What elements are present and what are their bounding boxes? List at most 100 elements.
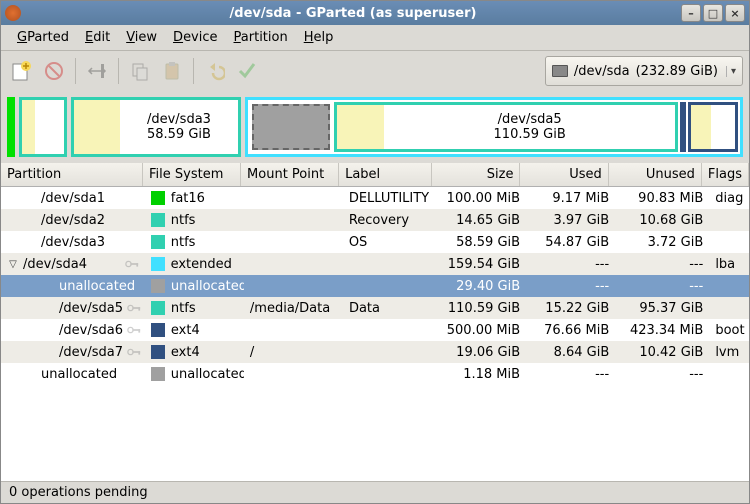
size-value: 100.00 MiB <box>437 191 526 206</box>
toolbar-separator <box>75 58 76 84</box>
table-row[interactable]: unallocatedunallocated1.18 MiB------ <box>1 363 749 385</box>
menu-gparted[interactable]: GParted <box>9 28 77 47</box>
map-sda1[interactable] <box>7 97 15 157</box>
flags-value: boot <box>709 323 749 338</box>
fs-color-swatch <box>151 235 165 249</box>
undo-icon <box>205 61 225 81</box>
fs-name: ntfs <box>171 235 196 250</box>
close-button[interactable]: × <box>725 4 745 22</box>
fs-color-swatch <box>151 301 165 315</box>
map-sda3[interactable]: /dev/sda358.59 GiB <box>71 97 241 157</box>
unused-value: 90.83 MiB <box>615 191 709 206</box>
table-row[interactable]: /dev/sda3ntfsOS58.59 GiB54.87 GiB3.72 Gi… <box>1 231 749 253</box>
fs-color-swatch <box>151 191 165 205</box>
fs-color-swatch <box>151 367 165 381</box>
unused-value: --- <box>615 257 709 272</box>
menu-partition[interactable]: Partition <box>226 28 296 47</box>
key-icon <box>127 326 141 334</box>
status-text: 0 operations pending <box>9 485 148 500</box>
menu-edit[interactable]: Edit <box>77 28 118 47</box>
partition-name: /dev/sda1 <box>41 191 121 206</box>
col-size[interactable]: Size <box>432 163 520 186</box>
partition-name: unallocated <box>59 279 135 294</box>
unused-value: --- <box>615 367 709 382</box>
delete-icon <box>44 61 64 81</box>
col-filesystem[interactable]: File System <box>143 163 241 186</box>
window-title: /dev/sda - GParted (as superuser) <box>27 6 679 21</box>
map-sda5-label: /dev/sda5 <box>498 112 562 127</box>
used-value: --- <box>526 257 615 272</box>
col-flags[interactable]: Flags <box>702 163 749 186</box>
size-value: 58.59 GiB <box>437 235 526 250</box>
menu-help[interactable]: Help <box>296 28 342 47</box>
menu-device[interactable]: Device <box>165 28 225 47</box>
size-value: 1.18 MiB <box>437 367 526 382</box>
size-value: 110.59 GiB <box>437 301 526 316</box>
col-mountpoint[interactable]: Mount Point <box>241 163 339 186</box>
table-row[interactable]: ▽/dev/sda4extended159.54 GiB------lba <box>1 253 749 275</box>
map-sda5[interactable]: /dev/sda5110.59 GiB <box>334 102 678 152</box>
table-row[interactable]: /dev/sda6ext4500.00 MiB76.66 MiB423.34 M… <box>1 319 749 341</box>
fs-color-swatch <box>151 213 165 227</box>
toolbar: /dev/sda (232.89 GiB) ▾ <box>1 51 749 91</box>
fs-color-swatch <box>151 323 165 337</box>
fs-name: fat16 <box>171 191 205 206</box>
key-icon <box>125 260 139 268</box>
map-sda3-size: 58.59 GiB <box>147 127 211 142</box>
key-icon <box>127 304 141 312</box>
fs-name: ntfs <box>171 301 196 316</box>
device-name: /dev/sda <box>574 64 630 79</box>
partition-name: /dev/sda6 <box>59 323 123 338</box>
partition-label: Data <box>343 301 437 316</box>
used-value: --- <box>526 279 615 294</box>
map-sda2[interactable] <box>19 97 67 157</box>
fs-color-swatch <box>151 345 165 359</box>
paste-button <box>157 56 187 86</box>
partition-name: /dev/sda5 <box>59 301 123 316</box>
map-sda7[interactable] <box>688 102 738 152</box>
table-body: /dev/sda1fat16DELLUTILITY100.00 MiB9.17 … <box>1 187 749 481</box>
new-icon <box>11 60 33 82</box>
fs-name: unallocated <box>171 279 244 294</box>
unused-value: 95.37 GiB <box>615 301 709 316</box>
fs-name: unallocated <box>171 367 244 382</box>
table-row[interactable]: /dev/sda7ext4/19.06 GiB8.64 GiB10.42 GiB… <box>1 341 749 363</box>
table-row[interactable]: /dev/sda5ntfs/media/DataData110.59 GiB15… <box>1 297 749 319</box>
size-value: 29.40 GiB <box>437 279 526 294</box>
col-partition[interactable]: Partition <box>1 163 143 186</box>
expander-icon[interactable]: ▽ <box>7 259 19 270</box>
map-sda3-label: /dev/sda3 <box>147 112 211 127</box>
table-row[interactable]: unallocatedunallocated29.40 GiB------ <box>1 275 749 297</box>
app-icon <box>5 5 21 21</box>
col-label[interactable]: Label <box>339 163 432 186</box>
partition-name: /dev/sda7 <box>59 345 123 360</box>
resize-button <box>82 56 112 86</box>
statusbar: 0 operations pending <box>1 481 749 503</box>
unused-value: 3.72 GiB <box>615 235 709 250</box>
map-sda5-size: 110.59 GiB <box>494 127 566 142</box>
fs-name: ext4 <box>171 323 200 338</box>
minimize-button[interactable]: – <box>681 4 701 22</box>
unused-value: 10.68 GiB <box>615 213 709 228</box>
used-value: 15.22 GiB <box>526 301 615 316</box>
map-sda4-extended[interactable]: /dev/sda5110.59 GiB <box>245 97 743 157</box>
unused-value: --- <box>615 279 709 294</box>
col-unused[interactable]: Unused <box>609 163 702 186</box>
mount-point: / <box>244 345 343 360</box>
flags-value: diag <box>709 191 749 206</box>
table-row[interactable]: /dev/sda1fat16DELLUTILITY100.00 MiB9.17 … <box>1 187 749 209</box>
copy-button <box>125 56 155 86</box>
partition-name: /dev/sda3 <box>41 235 121 250</box>
map-unallocated[interactable] <box>252 104 330 150</box>
map-sda6[interactable] <box>680 102 686 152</box>
menu-view[interactable]: View <box>118 28 165 47</box>
size-value: 159.54 GiB <box>437 257 526 272</box>
table-row[interactable]: /dev/sda2ntfsRecovery14.65 GiB3.97 GiB10… <box>1 209 749 231</box>
new-partition-button[interactable] <box>7 56 37 86</box>
col-used[interactable]: Used <box>520 163 608 186</box>
device-selector[interactable]: /dev/sda (232.89 GiB) ▾ <box>545 56 743 86</box>
maximize-button[interactable]: □ <box>703 4 723 22</box>
disk-map: /dev/sda358.59 GiB /dev/sda5110.59 GiB <box>1 91 749 163</box>
partition-name: /dev/sda4 <box>23 257 121 272</box>
undo-button <box>200 56 230 86</box>
